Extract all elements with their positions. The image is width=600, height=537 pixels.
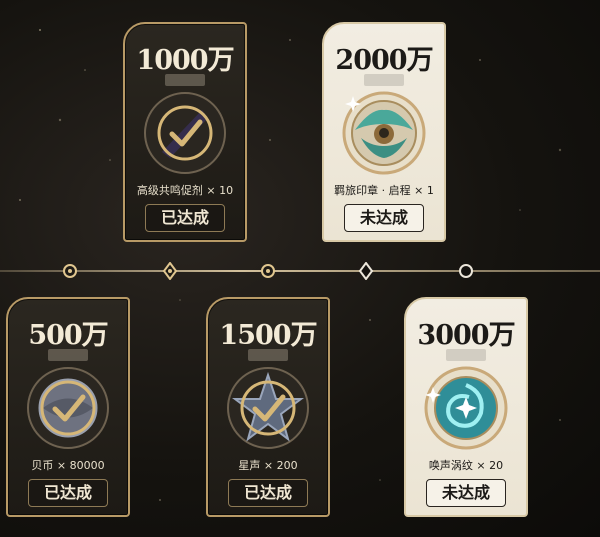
reward-label: 唤声涡纹 × 20 xyxy=(428,459,504,472)
timeline-node-achieved xyxy=(162,262,178,280)
blurred-label xyxy=(248,349,288,361)
reward-label: 高级共鸣促剂 × 10 xyxy=(136,184,234,197)
blurred-label xyxy=(48,349,88,361)
status-achieved-button[interactable]: 已达成 xyxy=(28,479,108,507)
milestone-card-1000[interactable]: 1000万 高级共鸣促剂 × 10 已达成 xyxy=(123,22,247,242)
status-pending-button[interactable]: 未达成 xyxy=(344,204,424,232)
milestone-amount: 1000万 xyxy=(136,45,234,76)
astrite-star-icon xyxy=(227,367,309,449)
timeline-node-achieved xyxy=(261,264,275,278)
reward-label: 羁旅印章 · 启程 × 1 xyxy=(334,184,434,197)
milestone-card-2000[interactable]: 2000万 羁旅印章 · 启程 × 1 未达成 xyxy=(322,22,446,242)
shell-coin-icon xyxy=(27,367,109,449)
reward-label: 星声 × 200 xyxy=(238,459,298,472)
milestone-card-3000[interactable]: 3000万 唤声涡纹 × 20 未达成 xyxy=(404,297,528,517)
timeline-node-achieved xyxy=(63,264,77,278)
reward-label: 贝币 × 80000 xyxy=(31,459,105,472)
milestone-amount: 500万 xyxy=(28,320,108,351)
milestone-amount: 3000万 xyxy=(417,320,515,351)
status-pending-button[interactable]: 未达成 xyxy=(426,479,506,507)
status-achieved-button[interactable]: 已达成 xyxy=(228,479,308,507)
timeline-node-pending xyxy=(459,264,473,278)
vortex-orb-icon xyxy=(424,366,508,450)
milestone-amount: 2000万 xyxy=(335,45,433,76)
milestone-card-500[interactable]: 500万 贝币 × 80000 已达成 xyxy=(6,297,130,517)
blurred-label xyxy=(364,74,404,86)
stamp-item-icon xyxy=(342,91,426,175)
checkmark-badge-icon xyxy=(144,92,226,174)
timeline-node-pending xyxy=(358,262,374,280)
milestone-card-1500[interactable]: 1500万 星声 × 200 已达成 xyxy=(206,297,330,517)
status-achieved-button[interactable]: 已达成 xyxy=(145,204,225,232)
progress-timeline xyxy=(0,270,600,272)
blurred-label xyxy=(446,349,486,361)
blurred-label xyxy=(165,74,205,86)
milestone-amount: 1500万 xyxy=(219,320,317,351)
